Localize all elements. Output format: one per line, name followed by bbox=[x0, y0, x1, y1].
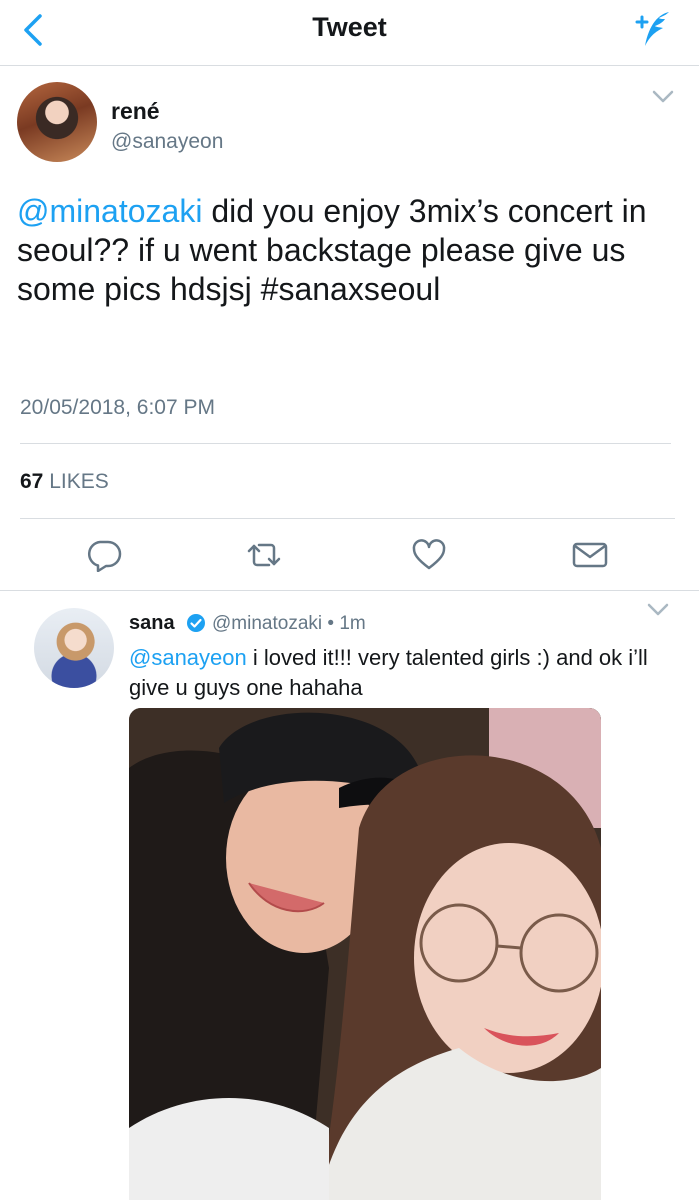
divider bbox=[0, 590, 699, 591]
reply-avatar[interactable] bbox=[34, 608, 114, 688]
reply-text: @sanayeon i loved it!!! very talented gi… bbox=[129, 643, 674, 703]
like-icon[interactable] bbox=[411, 538, 447, 572]
tweet-text: @minatozaki did you enjoy 3mix’s concert… bbox=[17, 192, 682, 309]
likes-number: 67 bbox=[20, 470, 44, 493]
reply-author-name[interactable]: sana bbox=[129, 612, 175, 635]
photo-illustration bbox=[129, 708, 601, 1200]
tweet-timestamp: 20/05/2018, 6:07 PM bbox=[20, 396, 215, 419]
mention-link[interactable]: @minatozaki bbox=[17, 193, 202, 229]
chevron-down-icon[interactable] bbox=[647, 603, 669, 617]
dot-separator: • bbox=[327, 613, 335, 634]
share-mail-icon[interactable] bbox=[572, 538, 608, 572]
retweet-icon[interactable] bbox=[246, 538, 282, 572]
reply-author-handle[interactable]: @minatozaki bbox=[212, 613, 322, 634]
reply-meta: @minatozaki • 1m bbox=[212, 613, 366, 635]
author-name[interactable]: rené bbox=[111, 98, 160, 125]
author-handle[interactable]: @sanayeon bbox=[111, 130, 223, 154]
top-nav-bar: Tweet bbox=[0, 0, 699, 66]
page-title: Tweet bbox=[312, 12, 387, 42]
reply-time: 1m bbox=[339, 613, 366, 634]
attached-photo[interactable] bbox=[129, 708, 601, 1200]
divider bbox=[20, 518, 675, 519]
divider bbox=[20, 443, 671, 444]
reply-icon[interactable] bbox=[86, 538, 122, 572]
chevron-down-icon[interactable] bbox=[652, 90, 674, 104]
avatar[interactable] bbox=[17, 82, 97, 162]
compose-tweet-icon[interactable] bbox=[625, 8, 671, 50]
mention-link[interactable]: @sanayeon bbox=[129, 645, 247, 670]
likes-count[interactable]: 67 LIKES bbox=[20, 470, 109, 494]
verified-badge-icon bbox=[187, 614, 205, 632]
likes-label: LIKES bbox=[49, 470, 109, 493]
